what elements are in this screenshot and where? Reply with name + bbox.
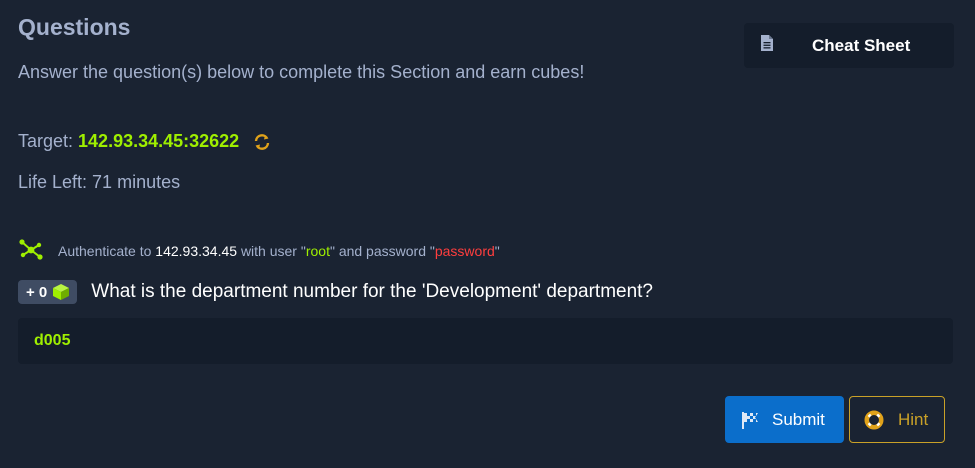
auth-user: root [305,242,330,259]
auth-prefix: Authenticate to [58,242,152,259]
section-title: Questions [18,14,131,40]
cubes-badge: + 0 [18,280,78,304]
cubes-badge-label: + 0 [26,283,48,301]
auth-middle-1: with user " [240,242,306,259]
network-icon [18,238,44,263]
submit-label: Submit [772,409,825,429]
target-row: Target: 142.93.34.45:32622 [18,131,271,152]
answer-value: d005 [34,332,71,349]
section-subtitle: Answer the question(s) below to complete… [18,62,585,82]
auth-host: 142.93.34.45 [155,242,238,259]
auth-suffix: " [494,242,500,259]
cheat-sheet-label: Cheat Sheet [812,35,911,55]
refresh-icon[interactable] [253,133,271,151]
answer-input[interactable]: d005 [18,318,953,364]
target-address: 142.93.34.45:32622 [78,131,240,151]
cube-icon [51,282,71,302]
submit-button[interactable]: Submit [725,396,844,443]
lifebuoy-icon [864,410,884,430]
flag-icon [740,411,762,429]
question-text: What is the department number for the 'D… [91,281,653,302]
auth-middle-2: " and password " [329,242,435,259]
auth-instruction: Authenticate to 142.93.34.45 with user "… [18,238,500,263]
auth-text: Authenticate to 142.93.34.45 with user "… [58,243,500,259]
target-label: Target: [18,131,74,151]
auth-password: password [434,242,495,259]
question-row: + 0 What is the department number for th… [18,280,653,304]
document-icon [760,34,774,57]
life-left: Life Left: 71 minutes [18,172,181,192]
hint-label: Hint [898,409,929,429]
hint-button[interactable]: Hint [849,396,945,443]
cheat-sheet-button[interactable]: Cheat Sheet [744,23,954,68]
